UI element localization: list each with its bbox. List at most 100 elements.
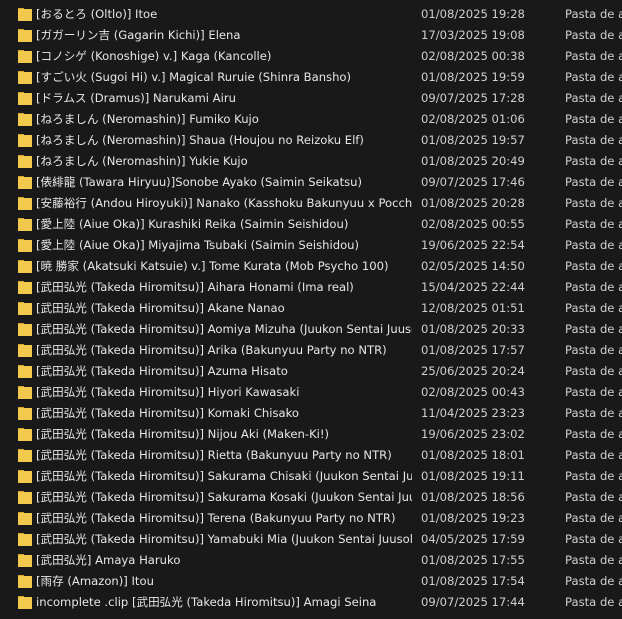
file-row[interactable]: [愛上陸 (Aiue Oka)] Kurashiki Reika (Saimin… <box>0 213 622 234</box>
file-name: [愛上陸 (Aiue Oka)] Kurashiki Reika (Saimin… <box>36 217 349 231</box>
folder-icon <box>18 216 32 231</box>
folder-icon <box>18 153 32 168</box>
file-row[interactable]: [愛上陸 (Aiue Oka)] Miyajima Tsubaki (Saimi… <box>0 234 622 255</box>
file-name: [武田弘光 (Takeda Hiromitsu)] Hiyori Kawasak… <box>36 385 300 399</box>
modified-date: 02/08/2025 00:43 <box>421 385 525 399</box>
modified-date: 11/04/2025 23:23 <box>421 406 525 420</box>
file-type: Pasta de ar <box>565 406 622 420</box>
modified-date: 02/08/2025 01:06 <box>421 112 525 126</box>
folder-icon <box>18 300 32 315</box>
folder-icon <box>18 258 32 273</box>
folder-icon <box>18 111 32 126</box>
modified-date: 02/05/2025 14:50 <box>421 259 525 273</box>
file-row[interactable]: [武田弘光 (Takeda Hiromitsu)] Aihara Honami … <box>0 276 622 297</box>
file-type: Pasta de ar <box>565 322 622 336</box>
folder-icon <box>18 573 32 588</box>
modified-date: 01/08/2025 19:57 <box>421 133 525 147</box>
modified-date: 01/08/2025 17:57 <box>421 343 525 357</box>
folder-icon <box>18 132 32 147</box>
file-row[interactable]: [暁 勝家 (Akatsuki Katsuie) v.] Tome Kurata… <box>0 255 622 276</box>
file-row[interactable]: [安藤裕行 (Andou Hiroyuki)] Nanako (Kasshoku… <box>0 192 622 213</box>
file-row[interactable]: [雨存 (Amazon)] Itou 01/08/2025 17:54 Pasta … <box>0 570 622 591</box>
folder-icon <box>18 321 32 336</box>
file-row[interactable]: [武田弘光 (Takeda Hiromitsu)] Akane Nanao 12/… <box>0 297 622 318</box>
file-name: [武田弘光] Amaya Haruko <box>36 553 181 567</box>
file-name: [ねろましん (Neromashin)] Yukie Kujo <box>36 154 248 168</box>
file-row[interactable]: [ねろましん (Neromashin)] Yukie Kujo 01/08/202… <box>0 150 622 171</box>
file-name: [武田弘光 (Takeda Hiromitsu)] Rietta (Bakuny… <box>36 448 392 462</box>
modified-date: 09/07/2025 17:44 <box>421 595 525 609</box>
file-name: [武田弘光 (Takeda Hiromitsu)] Azuma Hisato <box>36 364 288 378</box>
file-row[interactable]: [武田弘光 (Takeda Hiromitsu)] Rietta (Bakuny… <box>0 444 622 465</box>
file-row[interactable]: [武田弘光 (Takeda Hiromitsu)] Terena (Bakuny… <box>0 507 622 528</box>
file-row[interactable]: [ねろましん (Neromashin)] Fumiko Kujo 02/08/20… <box>0 108 622 129</box>
folder-icon <box>18 468 32 483</box>
file-row[interactable]: incomplete .clip [武田弘光 (Takeda Hiromitsu… <box>0 591 622 612</box>
file-type: Pasta de ar <box>565 574 622 588</box>
folder-icon <box>18 426 32 441</box>
file-type: Pasta de ar <box>565 175 622 189</box>
modified-date: 01/08/2025 20:33 <box>421 322 525 336</box>
file-row[interactable]: [武田弘光 (Takeda Hiromitsu)] Nijou Aki (Mak… <box>0 423 622 444</box>
file-row[interactable]: [武田弘光 (Takeda Hiromitsu)] Aomiya Mizuha … <box>0 318 622 339</box>
folder-icon <box>18 195 32 210</box>
file-row[interactable]: [武田弘光 (Takeda Hiromitsu)] Komaki Chisako… <box>0 402 622 423</box>
modified-date: 01/08/2025 17:54 <box>421 574 525 588</box>
file-row[interactable]: [おるとろ (Oltlo)] Itoe 01/08/2025 19:28 Pasta… <box>0 3 622 24</box>
file-type: Pasta de ar <box>565 511 622 525</box>
modified-date: 12/08/2025 01:51 <box>421 301 525 315</box>
file-type: Pasta de ar <box>565 595 622 609</box>
file-row[interactable]: [俵緋龍 (Tawara Hiryuu)]Sonobe Ayako (Saimi… <box>0 171 622 192</box>
folder-icon <box>18 594 32 609</box>
modified-date: 01/08/2025 20:28 <box>421 196 525 210</box>
modified-date: 01/08/2025 18:56 <box>421 490 525 504</box>
file-type: Pasta de ar <box>565 28 622 42</box>
file-row[interactable]: [ねろましん (Neromashin)] Shaua (Houjou no Re… <box>0 129 622 150</box>
file-name: [暁 勝家 (Akatsuki Katsuie) v.] Tome Kurata… <box>36 259 389 273</box>
modified-date: 09/07/2025 17:28 <box>421 91 525 105</box>
file-type: Pasta de ar <box>565 553 622 567</box>
file-row[interactable]: [武田弘光] Amaya Haruko 01/08/2025 17:55 Pasta… <box>0 549 622 570</box>
folder-icon <box>18 363 32 378</box>
file-type: Pasta de ar <box>565 259 622 273</box>
file-type: Pasta de ar <box>565 133 622 147</box>
folder-icon <box>18 384 32 399</box>
folder-icon <box>18 90 32 105</box>
file-name: [武田弘光 (Takeda Hiromitsu)] Sakurama Chisa… <box>36 469 412 483</box>
file-row[interactable]: [すごい火 (Sugoi Hi) v.] Magical Ruruie (Shi… <box>0 66 622 87</box>
file-type: Pasta de ar <box>565 238 622 252</box>
file-name: [武田弘光 (Takeda Hiromitsu)] Aihara Honami … <box>36 280 354 294</box>
modified-date: 19/06/2025 23:02 <box>421 427 525 441</box>
folder-icon <box>18 27 32 42</box>
modified-date: 01/08/2025 18:01 <box>421 448 525 462</box>
file-row[interactable]: [武田弘光 (Takeda Hiromitsu)] Arika (Bakunyu… <box>0 339 622 360</box>
file-name: [俵緋龍 (Tawara Hiryuu)]Sonobe Ayako (Saimi… <box>36 175 363 189</box>
file-name: [武田弘光 (Takeda Hiromitsu)] Terena (Bakuny… <box>36 511 396 525</box>
file-type: Pasta de ar <box>565 490 622 504</box>
file-name: [ねろましん (Neromashin)] Fumiko Kujo <box>36 112 259 126</box>
file-row[interactable]: [武田弘光 (Takeda Hiromitsu)] Sakurama Kosak… <box>0 486 622 507</box>
file-name: [おるとろ (Oltlo)] Itoe <box>36 7 158 21</box>
file-name: [愛上陸 (Aiue Oka)] Miyajima Tsubaki (Saimi… <box>36 238 360 252</box>
file-row[interactable]: [ドラムス (Dramus)] Narukami Airu 09/07/2025 … <box>0 87 622 108</box>
file-row[interactable]: [武田弘光 (Takeda Hiromitsu)] Sakurama Chisa… <box>0 465 622 486</box>
folder-icon <box>18 279 32 294</box>
folder-icon <box>18 6 32 21</box>
file-row[interactable]: [武田弘光 (Takeda Hiromitsu)] Yamabuki Mia (… <box>0 528 622 549</box>
folder-icon <box>18 69 32 84</box>
modified-date: 02/08/2025 00:38 <box>421 49 525 63</box>
folder-icon <box>18 342 32 357</box>
file-name: [雨存 (Amazon)] Itou <box>36 574 154 588</box>
file-row[interactable]: [ガガーリン吉 (Gagarin Kichi)] Elena 17/03/2025… <box>0 24 622 45</box>
file-name: [コノシゲ (Konoshige) v.] Kaga (Kancolle) <box>36 49 272 63</box>
file-type: Pasta de ar <box>565 364 622 378</box>
file-type: Pasta de ar <box>565 280 622 294</box>
modified-date: 01/08/2025 20:49 <box>421 154 525 168</box>
file-row[interactable]: [武田弘光 (Takeda Hiromitsu)] Hiyori Kawasak… <box>0 381 622 402</box>
file-row[interactable]: [武田弘光 (Takeda Hiromitsu)] Azuma Hisato 25… <box>0 360 622 381</box>
file-type: Pasta de ar <box>565 217 622 231</box>
file-row[interactable]: [コノシゲ (Konoshige) v.] Kaga (Kancolle) 02/… <box>0 45 622 66</box>
modified-date: 25/06/2025 20:24 <box>421 364 525 378</box>
file-name: [武田弘光 (Takeda Hiromitsu)] Yamabuki Mia (… <box>36 532 412 546</box>
file-name: [武田弘光 (Takeda Hiromitsu)] Arika (Bakunyu… <box>36 343 387 357</box>
